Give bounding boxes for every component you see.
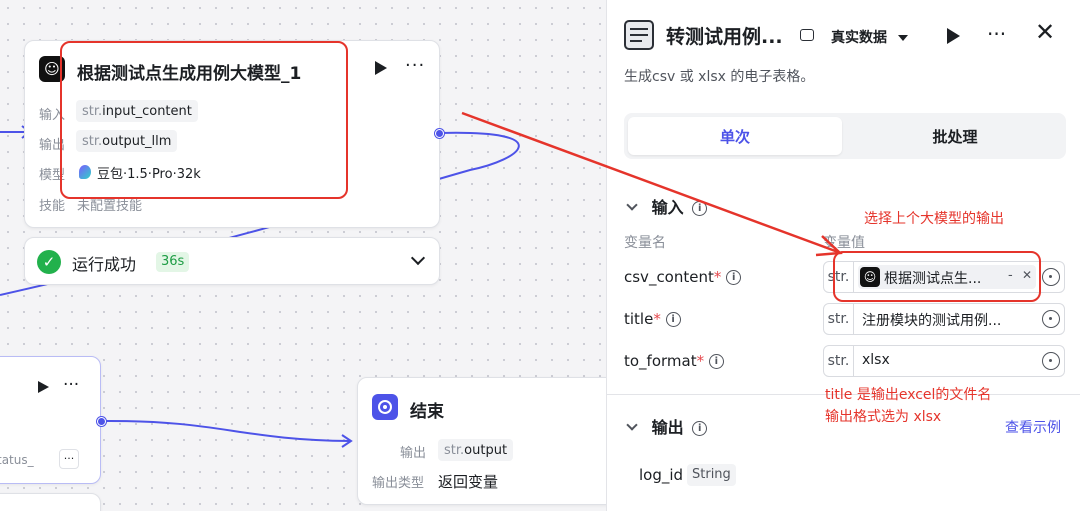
- info-icon: i: [726, 270, 742, 285]
- table-tool-icon: [624, 20, 654, 50]
- run-status-text: 运行成功: [72, 255, 137, 274]
- end-output-label: 输出: [400, 446, 427, 461]
- title-field-value: 注册模块的测试用例...: [862, 313, 1002, 329]
- end-output-tag: str. output: [438, 439, 514, 461]
- var-name-title: title* i: [624, 310, 681, 328]
- play-icon[interactable]: [38, 381, 49, 393]
- info-icon: i: [692, 201, 708, 216]
- variable-ref-icon[interactable]: [1042, 268, 1060, 286]
- chevron-down-icon[interactable]: [410, 250, 426, 266]
- view-example-link[interactable]: 查看示例: [1005, 417, 1061, 437]
- run-duration-badge: 36s: [156, 252, 190, 272]
- annotation-note-format: 输出格式选为 xlsx: [825, 409, 942, 425]
- end-node[interactable]: 结束 输出 str. output 输出类型 返回变量: [357, 377, 617, 505]
- panel-description: 生成csv 或 xlsx 的电子表格。: [624, 69, 815, 85]
- var-name-csv-content: csv_content* i: [624, 268, 742, 286]
- chevron-down-icon: [626, 199, 638, 211]
- input-section-header[interactable]: 输入 i: [624, 194, 708, 218]
- more-icon[interactable]: ···: [987, 22, 1006, 46]
- tab-batch[interactable]: 批处理: [848, 117, 1062, 155]
- caret-down-icon: [897, 35, 908, 41]
- end-node-icon: [372, 394, 398, 420]
- col-var-name: 变量名: [624, 235, 666, 251]
- readonly-icon: [800, 29, 814, 41]
- end-type-value: 返回变量: [438, 473, 499, 491]
- tab-single[interactable]: 单次: [628, 117, 842, 155]
- info-icon: i: [665, 312, 681, 327]
- panel-title: 转测试用例...: [666, 26, 783, 48]
- end-node-title: 结束: [410, 402, 444, 422]
- annotation-note-select-output: 选择上个大模型的输出: [864, 211, 1004, 227]
- skill-label: 技能: [39, 199, 66, 214]
- info-icon: i: [708, 354, 724, 369]
- annotation-note-title: title 是输出excel的文件名: [825, 387, 992, 403]
- variable-ref-icon[interactable]: [1042, 310, 1060, 328]
- to-format-field[interactable]: str. xlsx: [823, 345, 1065, 377]
- partial-node[interactable]: ··· tatus_ ···: [0, 356, 101, 484]
- more-icon[interactable]: ···: [405, 55, 425, 76]
- partial-node-tag: tatus_: [0, 453, 34, 467]
- output-var-type: String: [687, 464, 736, 486]
- annotation-box-csv-field: [833, 251, 1041, 302]
- output-var-name: log_id: [639, 466, 684, 484]
- data-source-select[interactable]: 真实数据: [831, 27, 908, 47]
- run-node-icon[interactable]: [947, 28, 960, 44]
- annotation-box-llm-node: [60, 41, 348, 199]
- variable-ref-icon[interactable]: [1042, 352, 1060, 370]
- end-type-label: 输出类型: [372, 476, 425, 491]
- to-format-field-value: xlsx: [862, 352, 890, 368]
- run-status-bar[interactable]: ✓ 运行成功 36s: [24, 237, 440, 285]
- mode-tabs: 单次 批处理: [624, 113, 1066, 159]
- col-var-value: 变量值: [823, 235, 865, 251]
- var-name-to-format: to_format* i: [624, 352, 724, 370]
- play-icon[interactable]: [375, 61, 387, 75]
- info-icon: i: [692, 421, 708, 436]
- partial-node-output-port[interactable]: [97, 417, 106, 426]
- close-icon[interactable]: ✕: [1035, 20, 1055, 44]
- partial-more-button[interactable]: ···: [59, 449, 79, 469]
- output-section-header[interactable]: 输出 i: [624, 414, 708, 438]
- chevron-down-icon: [626, 419, 638, 431]
- llm-node-output-port[interactable]: [435, 129, 444, 138]
- success-check-icon: ✓: [37, 250, 61, 274]
- partial-node-bottom: [0, 493, 101, 511]
- title-field[interactable]: str. 注册模块的测试用例...: [823, 303, 1065, 335]
- more-icon[interactable]: ···: [63, 375, 79, 395]
